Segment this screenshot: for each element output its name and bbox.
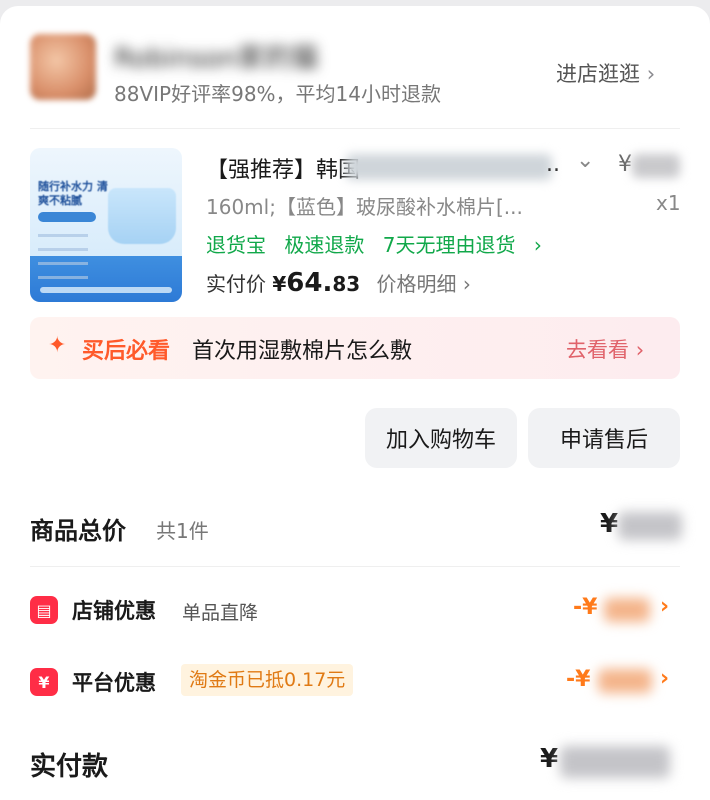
store-stats: 88VIP好评率98%，平均14小时退款 (114, 82, 441, 106)
tip-text: 首次用湿敷棉片怎么敷 (192, 339, 413, 364)
thumbnail-tag (38, 212, 96, 222)
usage-tip-banner[interactable]: ✦ 买后必看 首次用湿敷棉片怎么敷 去看看 › (30, 317, 680, 379)
tip-link-label: 去看看 (566, 338, 629, 362)
divider (30, 566, 680, 567)
paid-price-currency: ¥ (272, 272, 287, 296)
taojinbi-tag: 淘金币已抵0.17元 (181, 664, 354, 696)
chevron-right-icon: › (646, 62, 656, 86)
paid-price-row: 实付价 ¥64.83 价格明细 › (206, 268, 471, 298)
product-title-redacted (346, 154, 552, 180)
visit-store-button[interactable]: 进店逛逛 › (556, 58, 655, 88)
tip-link[interactable]: 去看看 › (566, 334, 644, 364)
product-title-ellipsis: .. (546, 152, 560, 177)
order-detail-card: Robinson家的猫 88VIP好评率98%，平均14小时退款 进店逛逛 › … (0, 6, 710, 800)
shop-discount-type: 单品直降 (182, 602, 259, 624)
thumbnail-footer (40, 287, 172, 293)
product-spec[interactable]: 160ml;【蓝色】玻尿酸补水棉片[... (206, 191, 523, 220)
actual-payment-label: 实付款 (30, 752, 109, 782)
product-thumbnail[interactable]: 随行补水力 清爽不粘腻 (30, 148, 182, 302)
shop-icon: ▤ (30, 596, 58, 624)
service-badges[interactable]: 退货宝 极速退款 7天无理由退货 › (206, 229, 554, 258)
product-price-currency: ¥ (618, 152, 632, 177)
thumbnail-caption: 随行补水力 清爽不粘腻 (38, 180, 108, 207)
price-detail-label: 价格明细 (376, 272, 457, 296)
after-sales-button[interactable]: 申请售后 (528, 408, 680, 468)
product-title[interactable]: 【强推荐】韩国 (206, 152, 360, 184)
tip-title: 买后必看 (82, 339, 171, 364)
add-to-cart-button[interactable]: 加入购物车 (365, 408, 517, 468)
thumbnail-bullets (38, 234, 88, 286)
visit-store-label: 进店逛逛 (556, 62, 640, 86)
chevron-right-icon[interactable]: › (660, 594, 669, 619)
service-fast-refund: 极速退款 (284, 233, 365, 257)
product-quantity: x1 (656, 191, 681, 215)
chevron-right-icon: › (635, 338, 645, 362)
chevron-right-icon: › (462, 272, 471, 296)
divider (30, 128, 680, 129)
sparkle-icon: ✦ (48, 333, 67, 358)
chevron-down-icon[interactable]: ⌄ (576, 148, 594, 173)
platform-discount-prefix: -¥ (566, 667, 591, 692)
total-price-redacted (618, 512, 682, 540)
price-detail-link[interactable]: 价格明细 › (377, 272, 471, 296)
actual-payment-currency: ¥ (540, 744, 559, 774)
paid-price-label: 实付价 (206, 272, 266, 296)
paid-price-integer: 64. (286, 268, 333, 298)
chevron-right-icon[interactable]: › (660, 666, 669, 691)
chevron-right-icon: › (533, 233, 542, 257)
total-price-currency: ¥ (600, 509, 619, 539)
product-price-redacted (632, 154, 680, 178)
total-item-count: 共1件 (156, 519, 209, 543)
total-price-label: 商品总价 (30, 517, 126, 545)
paid-price-decimal: 83 (332, 272, 361, 296)
shop-discount-prefix: -¥ (573, 595, 598, 620)
coupon-icon: ¥ (30, 668, 58, 696)
platform-discount-label: 平台优惠 (72, 671, 156, 695)
product-jar-image (108, 188, 176, 244)
shop-discount-label: 店铺优惠 (72, 599, 156, 623)
service-7day-return: 7天无理由退货 (382, 233, 516, 257)
shop-discount-redacted (604, 598, 650, 622)
store-avatar[interactable] (30, 34, 96, 100)
platform-discount-redacted (598, 669, 652, 693)
store-name[interactable]: Robinson家的猫 (114, 36, 319, 75)
actual-payment-redacted (560, 746, 670, 778)
service-return-insurance: 退货宝 (206, 233, 266, 257)
